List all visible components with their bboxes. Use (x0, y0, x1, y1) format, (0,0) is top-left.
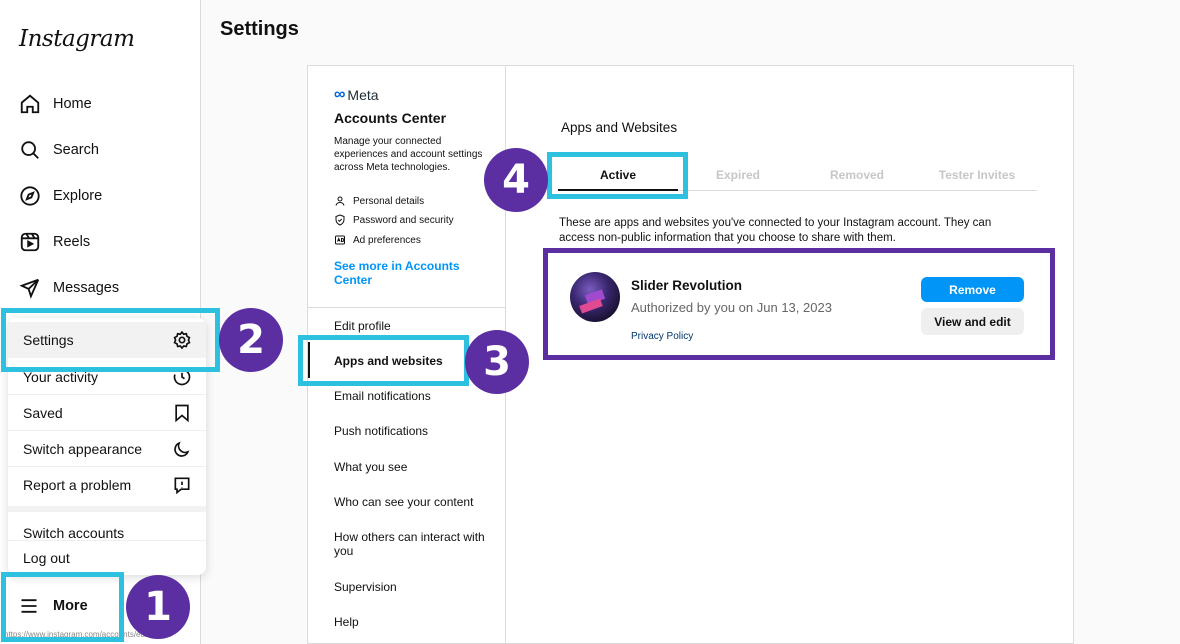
home-icon (20, 94, 40, 114)
highlight-active-tab (547, 152, 688, 199)
ac-password-security[interactable]: Password and security (334, 211, 454, 229)
search-icon (21, 141, 39, 159)
send-icon (19, 278, 40, 299)
tab-expired[interactable]: Expired (678, 168, 798, 182)
instagram-logo[interactable]: Instagram (19, 26, 135, 52)
nav-label: Home (53, 96, 92, 112)
apps-description: These are apps and websites you've conne… (559, 217, 992, 244)
menu-label: Switch appearance (23, 441, 143, 457)
step-badge-1: 1 (126, 575, 190, 639)
compass-icon (20, 186, 40, 206)
snav-help[interactable]: Help (334, 615, 499, 629)
highlight-more (1, 572, 124, 642)
ad-icon (335, 235, 345, 245)
ac-ad-preferences[interactable]: Ad preferences (334, 231, 421, 249)
menu-log-out[interactable]: Log out (8, 540, 206, 576)
tab-removed[interactable]: Removed (797, 168, 917, 182)
meta-logo-text: Meta (347, 87, 379, 103)
highlight-apps-websites (298, 335, 469, 386)
ac-link-label: Ad preferences (353, 234, 421, 246)
snav-who-can-see[interactable]: Who can see your content (334, 495, 499, 509)
nav-label: Reels (53, 234, 91, 250)
menu-label: Log out (23, 550, 70, 566)
report-icon (174, 477, 190, 495)
highlight-app-card (543, 248, 1055, 360)
snav-supervision[interactable]: Supervision (334, 580, 499, 594)
nav-messages[interactable]: Messages (0, 268, 200, 308)
apps-websites-title: Apps and Websites (561, 120, 678, 135)
accounts-center-description: Manage your connected experiences and ac… (334, 136, 483, 173)
menu-label: Switch accounts (23, 525, 125, 541)
see-more-accounts-center-link[interactable]: See more in Accounts Center (334, 259, 484, 287)
person-icon (335, 196, 345, 206)
page-title: Settings (220, 18, 299, 40)
meta-infinity-icon: ∞ (334, 86, 346, 103)
nav-label: Explore (53, 188, 103, 204)
meta-logo: ∞ Meta (334, 86, 379, 104)
bookmark-icon (175, 404, 189, 423)
highlight-settings (1, 308, 220, 372)
ac-link-label: Password and security (353, 214, 454, 226)
snav-what-you-see[interactable]: What you see (334, 460, 499, 474)
step-badge-4: 4 (484, 148, 548, 212)
nav-explore[interactable]: Explore (0, 176, 200, 216)
nav-label: Messages (53, 280, 120, 296)
tab-tester-invites[interactable]: Tester Invites (917, 168, 1037, 182)
nav-label: Search (53, 142, 99, 158)
step-badge-3: 3 (465, 330, 529, 394)
menu-switch-appearance[interactable]: Switch appearance (8, 431, 206, 467)
nav-search[interactable]: Search (0, 130, 200, 170)
nav-reels[interactable]: Reels (0, 222, 200, 262)
nav-home[interactable]: Home (0, 84, 200, 124)
step-badge-2: 2 (219, 308, 283, 372)
menu-report-problem[interactable]: Report a problem (8, 467, 206, 503)
ac-link-label: Personal details (353, 195, 425, 207)
snav-how-others-interact[interactable]: How others can interact with you (334, 530, 494, 558)
snav-email-notifications[interactable]: Email notifications (334, 389, 499, 403)
ac-personal-details[interactable]: Personal details (334, 192, 424, 210)
snav-push-notifications[interactable]: Push notifications (334, 424, 499, 438)
reels-icon (20, 232, 40, 252)
menu-label: Saved (23, 405, 63, 421)
moon-icon (174, 441, 190, 457)
snav-edit-profile[interactable]: Edit profile (334, 319, 499, 333)
shield-icon (335, 214, 345, 226)
menu-label: Report a problem (23, 477, 132, 493)
accounts-center-title: Accounts Center (334, 110, 447, 126)
menu-saved[interactable]: Saved (8, 395, 206, 431)
